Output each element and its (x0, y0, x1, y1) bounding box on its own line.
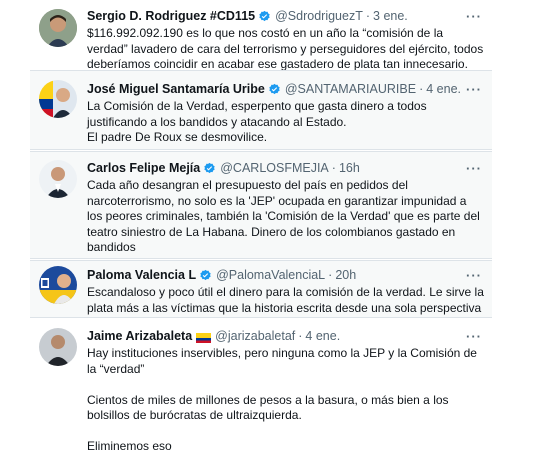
verified-badge-icon (259, 10, 270, 21)
tweet-5[interactable]: Jaime Arizabaleta @jarizabaletaf · 4 ene… (30, 320, 492, 474)
user-handle[interactable]: @SdrodriguezT (275, 8, 363, 24)
tweet-time[interactable]: 3 ene. (373, 8, 408, 24)
more-options-icon[interactable]: ··· (466, 269, 482, 282)
verified-badge-icon (200, 269, 211, 280)
user-avatar-image (39, 328, 77, 366)
display-name[interactable]: José Miguel Santamaría Uribe (87, 81, 265, 97)
separator-dot: · (365, 9, 371, 23)
tweet-header: Sergio D. Rodriguez #CD115 @SdrodriguezT… (87, 8, 484, 24)
tweet-time[interactable]: 4 ene. (426, 81, 461, 97)
more-options-icon[interactable]: ··· (466, 83, 482, 96)
tweet-text-line: Cientos de miles de millones de pesos a … (87, 392, 449, 423)
colombia-flag-icon (196, 331, 212, 343)
tweet-2[interactable]: José Miguel Santamaría Uribe @SANTAMARIA… (30, 70, 492, 150)
tweet-header: Paloma Valencia L @PalomaValenciaL · 20h (87, 267, 484, 283)
tweet-text: Hay instituciones inservibles, pero ning… (87, 346, 484, 455)
separator-dot: · (331, 161, 336, 175)
tweet-time[interactable]: 20h (335, 267, 356, 283)
tweet-text-line (87, 377, 484, 393)
tweet-header: Carlos Felipe Mejía @CARLOSFMEJIA · 16h (87, 160, 484, 176)
user-avatar-image (39, 80, 77, 118)
tweet-text-line: El padre De Roux se desmovilice. (87, 130, 268, 144)
more-options-icon[interactable]: ··· (466, 10, 482, 23)
tweet-text: $116.992.092.190 es lo que nos costó en … (87, 26, 484, 73)
avatar[interactable] (39, 328, 77, 366)
tweet-3[interactable]: Carlos Felipe Mejía @CARLOSFMEJIA · 16h … (30, 151, 492, 259)
tweet-time[interactable]: 4 ene. (305, 328, 340, 344)
display-name[interactable]: Carlos Felipe Mejía (87, 160, 200, 176)
more-options-icon[interactable]: ··· (466, 330, 482, 343)
tweet-text-line (87, 424, 484, 440)
tweet-text-line: Hay instituciones inservibles, pero ning… (87, 346, 477, 376)
avatar[interactable] (39, 80, 77, 118)
tweet-1[interactable]: Sergio D. Rodriguez #CD115 @SdrodriguezT… (30, 0, 492, 71)
separator-dot: · (328, 268, 333, 282)
tweet-text: Cada año desangran el presupuesto del pa… (87, 178, 484, 256)
avatar[interactable] (39, 160, 77, 198)
display-name[interactable]: Paloma Valencia L (87, 267, 196, 283)
user-handle[interactable]: @CARLOSFMEJIA (220, 160, 329, 176)
avatar[interactable] (39, 9, 77, 47)
user-avatar-image (39, 266, 77, 304)
verified-badge-icon (204, 162, 215, 173)
more-options-icon[interactable]: ··· (466, 162, 482, 175)
separator-dot: · (419, 82, 424, 96)
user-handle[interactable]: @SANTAMARIAURIBE (285, 81, 416, 97)
tweet-4[interactable]: Paloma Valencia L @PalomaValenciaL · 20h… (30, 260, 492, 330)
tweet-header: José Miguel Santamaría Uribe @SANTAMARIA… (87, 81, 484, 97)
user-handle[interactable]: @jarizabaletaf (215, 328, 295, 344)
verified-badge-icon (269, 83, 280, 94)
tweet-text-line: La Comisión de la Verdad, esperpento que… (87, 99, 427, 129)
tweet-text-line: Eliminemos eso (87, 439, 172, 453)
tweet-text-line: Cada año desangran el presupuesto del pa… (87, 178, 480, 254)
display-name[interactable]: Jaime Arizabaleta (87, 328, 192, 344)
user-handle[interactable]: @PalomaValenciaL (216, 267, 325, 283)
tweet-text-line: $116.992.092.190 es lo que nos costó en … (87, 26, 484, 71)
separator-dot: · (298, 329, 303, 343)
user-avatar-image (39, 160, 77, 198)
display-name[interactable]: Sergio D. Rodriguez #CD115 (87, 8, 255, 24)
user-avatar-image (39, 9, 77, 47)
tweet-header: Jaime Arizabaleta @jarizabaletaf · 4 ene… (87, 328, 484, 344)
avatar[interactable] (39, 266, 77, 304)
tweet-text: La Comisión de la Verdad, esperpento que… (87, 99, 484, 146)
tweet-time[interactable]: 16h (339, 160, 360, 176)
